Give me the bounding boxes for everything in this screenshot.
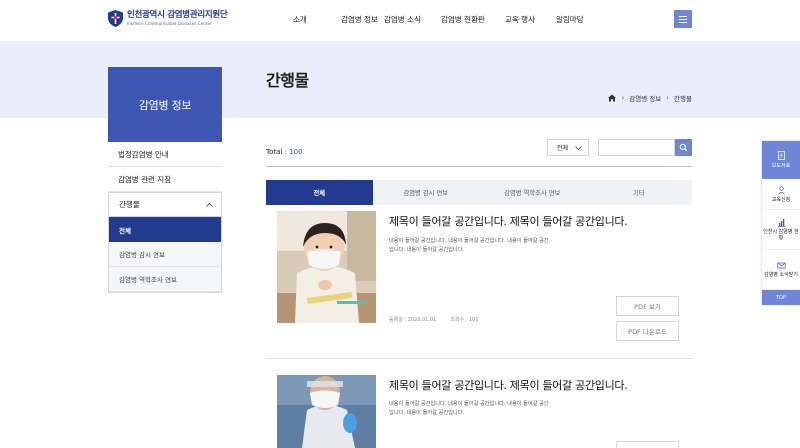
page-title: 간행물 — [266, 71, 309, 90]
quick-item-subscribe[interactable]: 감염병 소식받기 — [762, 250, 800, 290]
tab-surveillance[interactable]: 감염병 감시 연보 — [373, 180, 480, 205]
item-title[interactable]: 제목이 들어갈 공간입니다. 제목이 들어갈 공간입니다. — [389, 377, 628, 393]
hamburger-line — [679, 19, 687, 20]
hamburger-line — [679, 22, 687, 23]
quick-label: 교육신청 — [771, 196, 791, 203]
chart-icon — [777, 219, 785, 227]
side-item-publications[interactable]: 간행물 — [108, 192, 222, 217]
search-button[interactable] — [675, 139, 692, 156]
nav-item-education[interactable]: 교육·행사 — [505, 14, 535, 25]
side-nav-heading: 감염병 정보 — [108, 67, 222, 142]
nav-item-disease-news[interactable]: 감염병 소식 — [384, 14, 421, 25]
toolbar-divider — [266, 166, 692, 167]
side-item-label: 간행물 — [119, 200, 140, 209]
breadcrumb-separator: › — [666, 94, 670, 102]
side-submenu: 전체 감염병 감시 연보 감염병 역학조사 연보 — [108, 217, 222, 293]
filter-select[interactable]: 전체 — [547, 139, 589, 156]
document-icon — [777, 151, 785, 160]
quick-menu: 보도자료 교육신청 인천시 감염병 현황 감염병 소식받기 TOP — [762, 141, 800, 305]
total-label: Total : — [266, 148, 290, 156]
quick-item-press[interactable]: 보도자료 — [762, 141, 800, 179]
tab-epidemiology[interactable]: 감염병 역학조사 연보 — [479, 180, 586, 205]
publication-thumbnail[interactable] — [277, 375, 376, 448]
item-date: 등록일 : 2023.01.01 — [389, 317, 437, 323]
nav-item-about[interactable]: 소개 — [293, 14, 307, 25]
total-count: Total : 100 — [266, 148, 303, 156]
breadcrumb-item[interactable]: 감염병 정보 — [629, 93, 661, 103]
side-sub-item-all[interactable]: 전체 — [109, 217, 221, 242]
search-icon — [679, 143, 688, 152]
item-description: 내용이 들어갈 공간입니다. 내용이 들어갈 공간입니다. 내용이 들어갈 공간… — [389, 401, 549, 416]
search-input[interactable] — [598, 139, 675, 156]
publication-thumbnail[interactable] — [277, 211, 376, 323]
scroll-top-button[interactable]: TOP — [762, 290, 800, 305]
side-item-legal-diseases[interactable]: 법정감염병 안내 — [108, 142, 222, 167]
chevron-up-icon — [206, 202, 213, 207]
nav-item-notice[interactable]: 알림마당 — [556, 14, 584, 25]
masked-person-image — [277, 375, 376, 448]
item-description: 내용이 들어갈 공간입니다. 내용이 들어갈 공간입니다. 내용이 들어갈 공간… — [389, 238, 549, 253]
home-icon[interactable] — [608, 94, 617, 102]
breadcrumb: › 감염병 정보 › 간행물 — [608, 93, 692, 103]
category-tabs: 전체 감염병 감시 연보 감염병 역학조사 연보 기타 — [266, 180, 692, 205]
quick-item-status[interactable]: 인천시 감염병 현황 — [762, 210, 800, 250]
list-item: 제목이 들어갈 공간입니다. 제목이 들어갈 공간입니다. 내용이 들어갈 공간… — [266, 211, 692, 359]
side-nav: 감염병 정보 법정감염병 안내 감염병 관련 지침 간행물 전체 감염병 감시 … — [108, 67, 222, 293]
breadcrumb-current[interactable]: 간행물 — [674, 93, 692, 103]
tab-other[interactable]: 기타 — [586, 180, 693, 205]
child-with-mask-image — [277, 211, 376, 323]
tab-all[interactable]: 전체 — [266, 180, 373, 205]
education-icon — [777, 185, 785, 195]
quick-label: 인천시 감염병 현황 — [763, 229, 799, 241]
quick-label: 보도자료 — [771, 163, 791, 169]
site-header: 인천광역시 감염병관리지원단 Incheon Communicable Dise… — [0, 0, 800, 41]
side-sub-item-epidemiology[interactable]: 감염병 역학조사 연보 — [109, 267, 221, 292]
hamburger-icon — [679, 16, 687, 17]
filter-select-value: 전체 — [557, 145, 569, 152]
pdf-download-button[interactable]: PDF 다운로드 — [616, 321, 679, 341]
pdf-view-button[interactable] — [616, 441, 679, 448]
side-item-guidelines[interactable]: 감염병 관련 지침 — [108, 167, 222, 192]
item-meta: 등록일 : 2023.01.01 조회수 : 101 — [389, 316, 479, 323]
pdf-view-button[interactable]: PDF 보기 — [616, 296, 679, 316]
nav-item-disease-info[interactable]: 감염병 정보 — [341, 14, 378, 25]
quick-label: 감염병 소식받기 — [764, 272, 798, 278]
side-sub-item-surveillance[interactable]: 감염병 감시 연보 — [109, 242, 221, 267]
list-item: 제목이 들어갈 공간입니다. 제목이 들어갈 공간입니다. 내용이 들어갈 공간… — [266, 364, 692, 448]
menu-button[interactable] — [674, 10, 692, 28]
total-value: 100 — [289, 148, 303, 156]
nav-item-dashboard[interactable]: 감염병 현황판 — [441, 14, 485, 25]
item-title[interactable]: 제목이 들어갈 공간입니다. 제목이 들어갈 공간입니다. — [389, 213, 628, 229]
item-views: 조회수 : 101 — [450, 317, 479, 323]
chevron-down-icon — [575, 146, 582, 150]
breadcrumb-separator: › — [621, 94, 625, 102]
item-divider — [266, 358, 692, 359]
mail-icon — [776, 262, 786, 269]
quick-item-education[interactable]: 교육신청 — [762, 179, 800, 210]
